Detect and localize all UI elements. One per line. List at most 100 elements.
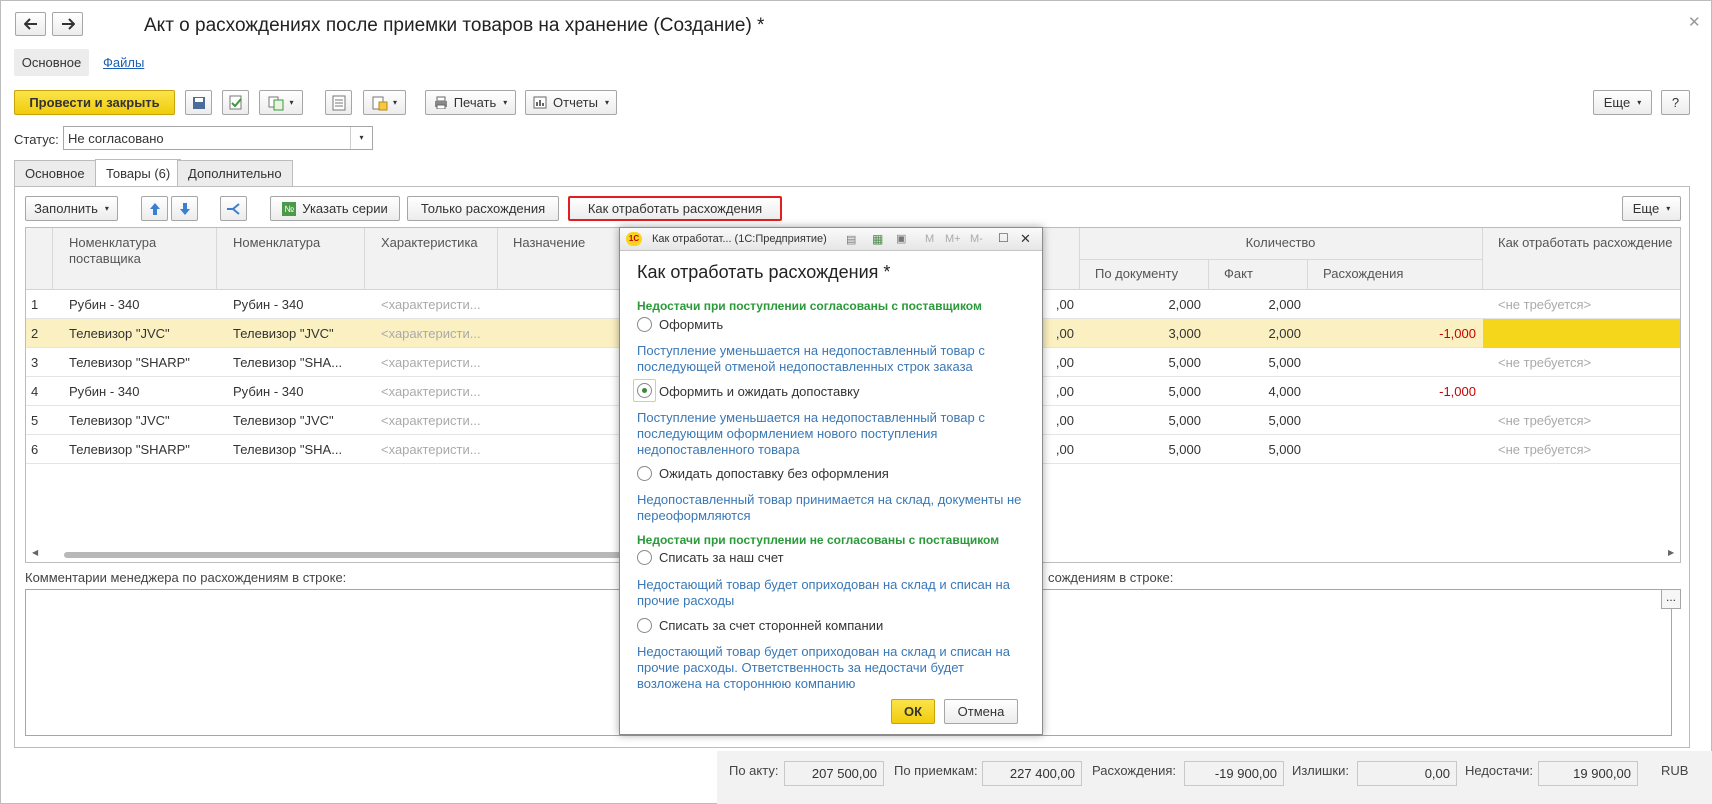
report-button[interactable]: [325, 90, 352, 115]
cell-fact[interactable]: 5,000: [1216, 348, 1301, 377]
option-register-label[interactable]: Оформить: [659, 317, 723, 332]
tab-goods[interactable]: Товары (6): [95, 159, 182, 186]
col-how[interactable]: Как отработать расхождение: [1498, 235, 1673, 250]
more-button[interactable]: Еще ▾: [1593, 90, 1652, 115]
scroll-right-icon[interactable]: ▶: [1668, 548, 1674, 557]
cell-by-doc[interactable]: 5,000: [1086, 435, 1201, 464]
table-more-button[interactable]: Еще ▾: [1622, 196, 1681, 221]
cell-supplier[interactable]: Телевизор "SHARP": [69, 435, 190, 464]
split-icon: [226, 202, 240, 215]
dialog-titlebar[interactable]: 1С Как отработат... (1С:Предприятие) ▤ ▦…: [620, 228, 1042, 251]
cell-how-active[interactable]: [1483, 319, 1680, 348]
cell-by-doc[interactable]: 5,000: [1086, 377, 1201, 406]
print-icon[interactable]: ▤: [846, 233, 856, 246]
cell-fact[interactable]: 2,000: [1216, 290, 1301, 319]
cell-by-doc[interactable]: 5,000: [1086, 406, 1201, 435]
col-diff[interactable]: Расхождения: [1323, 266, 1403, 281]
radio-option-register[interactable]: [637, 317, 652, 332]
cancel-button[interactable]: Отмена: [944, 699, 1018, 724]
cell-how[interactable]: <не требуется>: [1498, 290, 1591, 319]
back-button[interactable]: [15, 12, 46, 36]
create-based-button[interactable]: ▾: [259, 90, 303, 115]
fill-button[interactable]: Заполнить ▾: [25, 196, 118, 221]
cell-how[interactable]: <не требуется>: [1498, 348, 1591, 377]
cell-nom[interactable]: Телевизор "JVC": [233, 319, 334, 348]
reports-button[interactable]: Отчеты ▾: [525, 90, 617, 115]
cell-fact[interactable]: 5,000: [1216, 406, 1301, 435]
col-fact[interactable]: Факт: [1224, 266, 1253, 281]
cell-supplier[interactable]: Телевизор "SHARP": [69, 348, 190, 377]
cell-char[interactable]: <характеристи...: [381, 406, 491, 435]
memory-icon[interactable]: M: [925, 233, 934, 245]
cell-how[interactable]: <не требуется>: [1498, 435, 1591, 464]
ok-button[interactable]: ОК: [891, 699, 935, 724]
only-diff-button[interactable]: Только расхождения: [407, 196, 559, 221]
save-button[interactable]: [185, 90, 212, 115]
post-button[interactable]: [222, 90, 249, 115]
cell-supplier[interactable]: Рубин - 340: [69, 290, 139, 319]
cell-by-doc[interactable]: 2,000: [1086, 290, 1201, 319]
radio-option-wait-only[interactable]: [637, 466, 652, 481]
cell-char[interactable]: <характеристи...: [381, 319, 491, 348]
print-button[interactable]: Печать ▾: [425, 90, 516, 115]
cell-supplier[interactable]: Телевизор "JVC": [69, 406, 170, 435]
radio-option-register-wait[interactable]: [637, 383, 652, 398]
memory-plus-icon[interactable]: M+: [945, 233, 961, 245]
option-write-off-third-label[interactable]: Списать за счет сторонней компании: [659, 618, 883, 633]
maximize-icon[interactable]: ☐: [998, 231, 1009, 245]
calculator-icon[interactable]: ▦: [872, 232, 883, 246]
cell-nom[interactable]: Рубин - 340: [233, 377, 303, 406]
cell-char[interactable]: <характеристи...: [381, 377, 491, 406]
move-up-button[interactable]: [141, 196, 168, 221]
dialog-close-icon[interactable]: ✕: [1020, 231, 1031, 247]
cell-nom[interactable]: Телевизор "JVC": [233, 406, 334, 435]
cell-fact[interactable]: 5,000: [1216, 435, 1301, 464]
cell-supplier[interactable]: Рубин - 340: [69, 377, 139, 406]
radio-option-write-off-third[interactable]: [637, 618, 652, 633]
col-by-doc[interactable]: По документу: [1095, 266, 1178, 281]
specify-series-button[interactable]: № Указать серии: [270, 196, 400, 221]
col-nom[interactable]: Номенклатура: [233, 235, 320, 250]
scrollbar-thumb[interactable]: [64, 552, 644, 558]
radio-option-write-off-own[interactable]: [637, 550, 652, 565]
arrow-left-icon: [23, 18, 37, 30]
cell-char[interactable]: <характеристи...: [381, 435, 491, 464]
calendar-icon[interactable]: ▣: [896, 232, 906, 245]
cell-supplier[interactable]: Телевизор "JVC": [69, 319, 170, 348]
close-icon[interactable]: ✕: [1688, 13, 1701, 31]
col-nom-supplier[interactable]: Номенклатура поставщика: [69, 235, 209, 267]
cell-by-doc[interactable]: 3,000: [1086, 319, 1201, 348]
cell-nom[interactable]: Рубин - 340: [233, 290, 303, 319]
split-line-button[interactable]: [220, 196, 247, 221]
option-wait-only-description: Недопоставленный товар принимается на ск…: [637, 492, 1022, 523]
post-close-button[interactable]: Провести и закрыть: [14, 90, 175, 115]
cell-char[interactable]: <характеристи...: [381, 290, 491, 319]
forward-button[interactable]: [52, 12, 83, 36]
option-register-wait-label[interactable]: Оформить и ожидать допоставку: [659, 384, 859, 399]
tab-main[interactable]: Основное: [14, 160, 96, 186]
related-docs-button[interactable]: ▾: [363, 90, 406, 115]
how-to-process-button[interactable]: Как отработать расхождения: [568, 196, 782, 221]
option-wait-only-label[interactable]: Ожидать допоставку без оформления: [659, 466, 889, 481]
cell-fact[interactable]: 4,000: [1216, 377, 1301, 406]
option-write-off-own-label[interactable]: Списать за наш счет: [659, 550, 784, 565]
cell-how[interactable]: <не требуется>: [1498, 406, 1591, 435]
cell-fact[interactable]: 2,000: [1216, 319, 1301, 348]
cell-char[interactable]: <характеристи...: [381, 348, 491, 377]
cell-nom[interactable]: Телевизор "SHA...: [233, 435, 342, 464]
status-select[interactable]: Не согласовано ▾: [63, 126, 373, 150]
tab-additional[interactable]: Дополнительно: [177, 160, 293, 186]
chevron-down-icon[interactable]: ▾: [350, 127, 372, 149]
cell-by-doc[interactable]: 5,000: [1086, 348, 1201, 377]
move-down-button[interactable]: [171, 196, 198, 221]
col-dest[interactable]: Назначение: [513, 235, 585, 250]
help-button[interactable]: ?: [1661, 90, 1690, 115]
col-char[interactable]: Характеристика: [381, 235, 478, 250]
scroll-left-icon[interactable]: ◀: [32, 548, 38, 557]
by-act-label: По акту:: [729, 763, 779, 778]
nav-tab-main[interactable]: Основное: [14, 49, 89, 76]
cell-nom[interactable]: Телевизор "SHA...: [233, 348, 342, 377]
ellipsis-button[interactable]: ...: [1661, 589, 1681, 609]
memory-minus-icon[interactable]: M-: [970, 233, 983, 245]
nav-tab-files[interactable]: Файлы: [103, 55, 144, 70]
